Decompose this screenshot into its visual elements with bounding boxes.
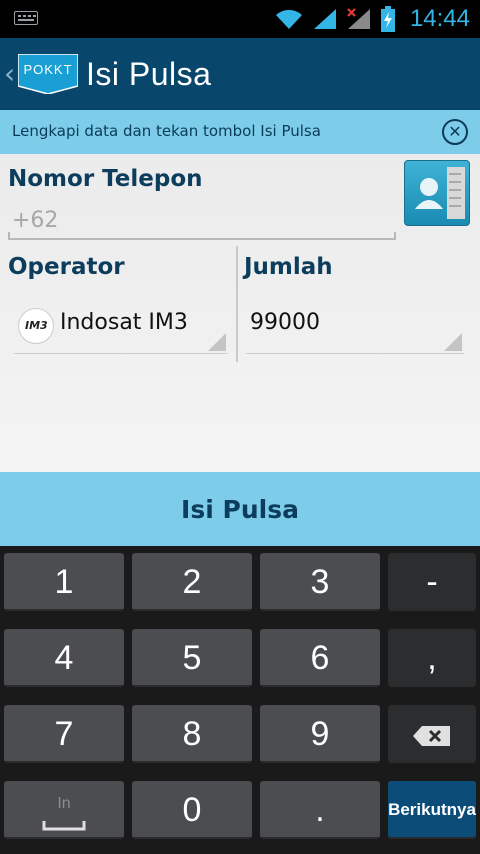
dropdown-corner-icon — [444, 333, 462, 351]
dropdown-corner-icon — [208, 333, 226, 351]
signal-no-sim-icon — [347, 8, 370, 29]
key-6[interactable]: 6 — [260, 629, 380, 687]
key-period[interactable]: . — [260, 781, 380, 839]
keyboard-notification-icon — [14, 11, 38, 25]
banner-message: Lengkapi data dan tekan tombol Isi Pulsa — [12, 122, 321, 140]
topup-form: Nomor Telepon Operator Jumlah IM3 Indosa… — [0, 154, 480, 472]
operator-value: Indosat IM3 — [60, 310, 188, 335]
input-edge — [394, 232, 396, 240]
key-8[interactable]: 8 — [132, 705, 252, 763]
backspace-icon — [413, 726, 450, 747]
column-divider — [236, 246, 238, 362]
operator-logo-text: IM3 — [25, 319, 48, 332]
info-banner: Lengkapi data dan tekan tombol Isi Pulsa… — [0, 110, 480, 154]
battery-charging-icon — [380, 6, 395, 32]
key-1[interactable]: 1 — [4, 553, 124, 611]
operator-logo: IM3 — [18, 308, 54, 344]
input-mode-key[interactable]: In — [4, 781, 124, 839]
status-clock: 14:44 — [409, 5, 470, 32]
wifi-icon — [275, 9, 302, 29]
amount-label: Jumlah — [244, 254, 333, 280]
phone-input[interactable] — [8, 202, 396, 240]
key-7[interactable]: 7 — [4, 705, 124, 763]
key-0[interactable]: 0 — [132, 781, 252, 839]
contact-picker-button[interactable] — [404, 160, 470, 226]
backspace-key[interactable] — [388, 705, 476, 763]
key-2[interactable]: 2 — [132, 553, 252, 611]
status-bar: 14:44 — [0, 0, 480, 38]
app-logo[interactable]: POKKT — [17, 53, 79, 98]
key-3[interactable]: 3 — [260, 553, 380, 611]
next-key[interactable]: Berikutnya — [388, 781, 476, 839]
submit-label: Isi Pulsa — [181, 494, 299, 524]
logo-text: POKKT — [23, 62, 73, 77]
input-edge — [8, 232, 10, 240]
submit-button[interactable]: Isi Pulsa — [0, 472, 480, 546]
key-comma[interactable]: , — [388, 629, 476, 687]
amount-value: 99000 — [250, 310, 320, 335]
phone-label: Nomor Telepon — [8, 166, 203, 192]
close-icon[interactable]: ✕ — [442, 119, 468, 145]
signal-icon — [313, 9, 336, 29]
space-bracket-icon — [42, 821, 86, 831]
operator-label: Operator — [8, 254, 125, 280]
operator-spinner[interactable]: IM3 Indosat IM3 — [14, 294, 228, 354]
numeric-keyboard: 1 2 3 - 4 5 6 , 7 8 9 In 0 . Berikutnya — [0, 546, 480, 854]
contact-book-icon — [415, 167, 465, 219]
back-chevron-icon[interactable]: ‹ — [4, 60, 15, 88]
key-9[interactable]: 9 — [260, 705, 380, 763]
key-4[interactable]: 4 — [4, 629, 124, 687]
action-bar: ‹ POKKT Isi Pulsa — [0, 38, 480, 110]
page-title: Isi Pulsa — [86, 56, 212, 92]
amount-spinner[interactable]: 99000 — [246, 294, 464, 354]
key-minus[interactable]: - — [388, 553, 476, 611]
key-5[interactable]: 5 — [132, 629, 252, 687]
